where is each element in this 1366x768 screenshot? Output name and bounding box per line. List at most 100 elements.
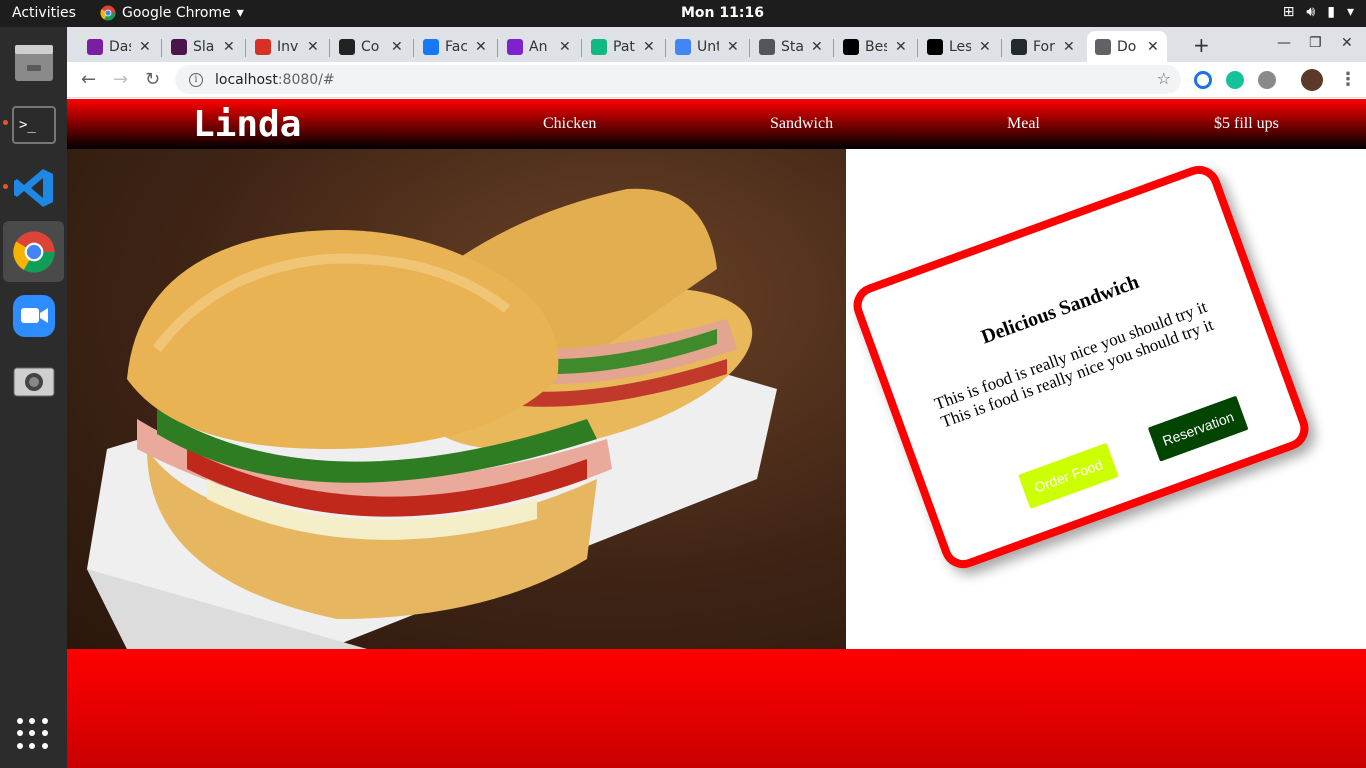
browser-toolbar: ← → ↻ i localhost:8080/# ☆ ⋮ (67, 62, 1366, 98)
zoom-icon (12, 294, 55, 337)
app-menu[interactable]: Google Chrome ▾ (100, 5, 244, 21)
globe-icon (1095, 38, 1111, 55)
dock: >_ (0, 27, 67, 768)
tab-separator (161, 39, 162, 57)
peace-hand-icon (759, 38, 775, 55)
medium-icon (927, 38, 943, 55)
tab-label: Co (361, 38, 380, 55)
browser-tab[interactable]: Pat ✕ (583, 31, 663, 62)
close-tab-icon[interactable]: ✕ (559, 39, 571, 55)
dock-chrome[interactable] (3, 221, 64, 282)
tab-label: Sla (193, 38, 215, 55)
system-tray[interactable]: ⊞ 🔊︎ ▮ ▾ (1283, 4, 1354, 20)
purple-logo-icon (87, 38, 103, 55)
grammarly-icon[interactable] (1226, 71, 1244, 89)
close-tab-icon[interactable]: ✕ (391, 39, 403, 55)
close-tab-icon[interactable]: ✕ (1063, 39, 1075, 55)
medium-icon (843, 38, 859, 55)
django-icon (507, 38, 523, 55)
browser-tab[interactable]: Bes ✕ (835, 31, 915, 62)
files-icon (14, 44, 53, 81)
close-tab-icon[interactable]: ✕ (223, 39, 235, 55)
nav-sandwich[interactable]: Sandwich (770, 115, 833, 133)
order-food-button[interactable]: Order Food (1018, 442, 1119, 509)
bookmark-star-icon[interactable]: ☆ (1157, 69, 1171, 88)
facebook-icon (423, 38, 439, 55)
tab-label: Bes (865, 38, 887, 55)
close-tab-icon[interactable]: ✕ (979, 39, 991, 55)
browser-tab[interactable]: Sta ✕ (751, 31, 831, 62)
nav-chicken[interactable]: Chicken (543, 115, 596, 133)
browser-tab[interactable]: Do ✕ (1087, 31, 1167, 62)
network-icon: ⊞ (1282, 4, 1295, 20)
tab-label: Inv (277, 38, 299, 55)
browser-tab[interactable]: For ✕ (1003, 31, 1083, 62)
dock-files[interactable] (3, 31, 64, 92)
system-top-bar: Activities Google Chrome ▾ Mon 11:16 ⊞ 🔊… (0, 0, 1366, 27)
browser-tab[interactable]: An ✕ (499, 31, 579, 62)
tab-separator (1001, 39, 1002, 57)
close-tab-icon[interactable]: ✕ (643, 39, 655, 55)
battery-icon: ▮ (1327, 4, 1335, 20)
github-icon (1011, 38, 1027, 55)
brand-logo[interactable]: Linda (193, 104, 301, 145)
gmail-icon (255, 38, 271, 55)
info-icon[interactable]: i (189, 72, 203, 87)
nav-meal[interactable]: Meal (1007, 115, 1040, 133)
nav-fill-ups[interactable]: $5 fill ups (1214, 115, 1279, 133)
close-tab-icon[interactable]: ✕ (895, 39, 907, 55)
close-window-button[interactable]: ✕ (1341, 35, 1353, 51)
close-tab-icon[interactable]: ✕ (307, 39, 319, 55)
camera-icon (13, 367, 54, 396)
browser-tab[interactable]: Fac ✕ (415, 31, 495, 62)
volume-icon: 🔊︎ (1306, 4, 1316, 20)
minimize-button[interactable]: — (1277, 35, 1291, 51)
maximize-button[interactable]: ❐ (1309, 35, 1322, 51)
extension-icon[interactable] (1194, 71, 1212, 89)
reservation-button[interactable]: Reservation (1147, 395, 1249, 462)
hero-image (67, 149, 846, 649)
tab-label: Pat (613, 38, 635, 55)
tab-separator (245, 39, 246, 57)
tab-separator (329, 39, 330, 57)
tab-label: Das (109, 38, 131, 55)
browser-tab[interactable]: Les ✕ (919, 31, 999, 62)
shield-icon (591, 38, 607, 55)
close-tab-icon[interactable]: ✕ (811, 39, 823, 55)
extension-icon[interactable] (1258, 71, 1276, 89)
url-path: :8080/# (277, 71, 335, 88)
tab-separator (917, 39, 918, 57)
tab-separator (749, 39, 750, 57)
browser-tab[interactable]: Sla ✕ (163, 31, 243, 62)
url-host: localhost (215, 71, 278, 88)
back-icon[interactable]: ← (81, 69, 96, 90)
close-tab-icon[interactable]: ✕ (139, 39, 151, 55)
menu-icon[interactable]: ⋮ (1339, 69, 1357, 90)
dock-vscode[interactable] (3, 157, 64, 218)
clock[interactable]: Mon 11:16 (681, 5, 764, 21)
tab-strip: Das✕Sla✕Inv✕Co✕Fac✕An✕Pat✕Unt✕Sta✕Bes✕Le… (67, 27, 1366, 62)
dock-zoom[interactable] (3, 285, 64, 346)
page-footer (67, 649, 1366, 768)
close-tab-icon[interactable]: ✕ (475, 39, 487, 55)
tab-label: Sta (781, 38, 803, 55)
avatar[interactable] (1301, 69, 1323, 91)
slack-icon (171, 38, 187, 55)
dock-screenshot[interactable] (3, 349, 64, 410)
close-tab-icon[interactable]: ✕ (1147, 39, 1159, 55)
svg-text:>_: >_ (19, 117, 36, 133)
reload-icon[interactable]: ↻ (145, 69, 160, 90)
browser-tab[interactable]: Co ✕ (331, 31, 411, 62)
tab-label: For (1033, 38, 1055, 55)
tab-label: Fac (445, 38, 467, 55)
address-bar[interactable]: i localhost:8080/# ☆ (175, 65, 1181, 94)
activities-button[interactable]: Activities (12, 5, 76, 21)
forward-icon[interactable]: → (113, 69, 128, 90)
close-tab-icon[interactable]: ✕ (727, 39, 739, 55)
show-applications-icon[interactable] (17, 718, 49, 750)
browser-tab[interactable]: Inv ✕ (247, 31, 327, 62)
browser-tab[interactable]: Das ✕ (79, 31, 159, 62)
dock-terminal[interactable]: >_ (3, 94, 64, 155)
browser-tab[interactable]: Unt ✕ (667, 31, 747, 62)
new-tab-button[interactable]: + (1193, 33, 1210, 57)
